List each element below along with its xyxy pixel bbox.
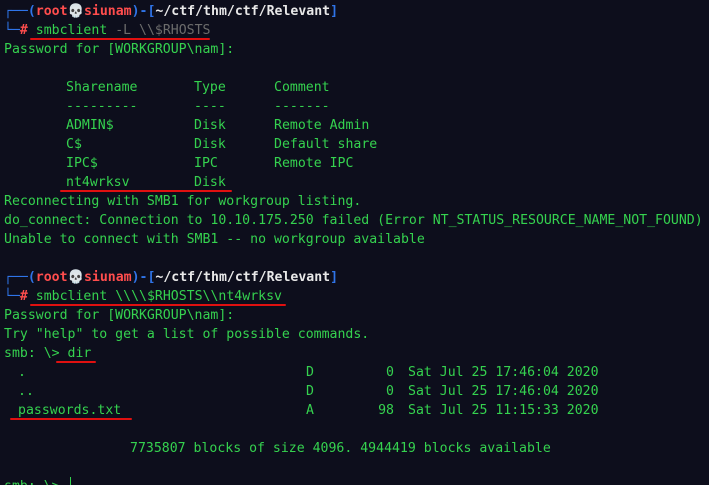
terminal-window[interactable]: ┌──(root💀siunam)-[~/ctf/thm/ctf/Relevant… — [0, 0, 709, 485]
share-table-dashes: --------- ---- ------- — [66, 99, 330, 114]
blocks-info: 7735807 blocks of size 4096. 4944419 blo… — [130, 441, 551, 456]
skull-icon: 💀 — [67, 270, 84, 285]
smb-input-line[interactable]: smb: \> — [0, 477, 709, 485]
prompt-host: siunam — [83, 4, 132, 19]
smb-prompt: smb: \> — [4, 479, 60, 485]
prompt-host: siunam — [83, 270, 132, 285]
prompt-line-1: ┌──(root💀siunam)-[~/ctf/thm/ctf/Relevant… — [4, 4, 339, 19]
prompt-hash: # — [19, 289, 28, 304]
password-prompt-1: Password for [WORKGROUP\nam]: — [4, 42, 235, 57]
prompt-path: ~/ctf/thm/ctf/Relevant — [155, 270, 331, 285]
smb-command-line: smb: \> dir — [0, 344, 709, 363]
skull-icon: 💀 — [67, 4, 84, 19]
password-prompt-2: Password for [WORKGROUP\nam]: — [4, 308, 235, 323]
table-row: nt4wrksv Disk — [0, 173, 709, 192]
text-cursor — [69, 477, 71, 485]
command-args: \\\\$RHOSTS\\nt4wrksv — [115, 289, 282, 304]
prompt-path: ~/ctf/thm/ctf/Relevant — [155, 4, 331, 19]
table-row: ADMIN$ Disk Remote Admin — [66, 118, 370, 133]
command-line-1: └─# smbclient -L \\$RHOSTS — [4, 23, 211, 40]
dir-row: .. D 0 Sat Jul 25 17:46:04 2020 — [18, 384, 599, 399]
prompt-user: root — [35, 270, 68, 285]
smb1-message: Unable to connect with SMB1 -- no workgr… — [4, 232, 425, 247]
smb-command: dir — [67, 346, 92, 361]
smb-prompt: smb: \> — [4, 346, 60, 361]
help-hint: Try "help" to get a list of possible com… — [4, 327, 370, 342]
table-row: C$ Disk Default share — [66, 137, 378, 152]
prompt-hash: # — [19, 23, 28, 38]
command-bin: smbclient — [35, 289, 108, 304]
smb1-message: Reconnecting with SMB1 for workgroup lis… — [4, 194, 362, 209]
share-table-header: Sharename Type Comment — [66, 80, 330, 95]
prompt-line-2: ┌──(root💀siunam)-[~/ctf/thm/ctf/Relevant… — [4, 270, 339, 285]
command-line-2: └─# smbclient \\\\$RHOSTS\\nt4wrksv — [0, 287, 709, 306]
smb1-message: do_connect: Connection to 10.10.175.250 … — [4, 213, 703, 228]
command-args: -L \\$RHOSTS — [115, 23, 211, 38]
command-bin: smbclient — [35, 23, 108, 38]
dir-row: passwords.txt A 98 Sat Jul 25 11:15:33 2020 — [0, 401, 709, 420]
prompt-user: root — [35, 4, 68, 19]
table-row: IPC$ IPC Remote IPC — [66, 156, 354, 171]
dir-row: . D 0 Sat Jul 25 17:46:04 2020 — [18, 365, 599, 380]
